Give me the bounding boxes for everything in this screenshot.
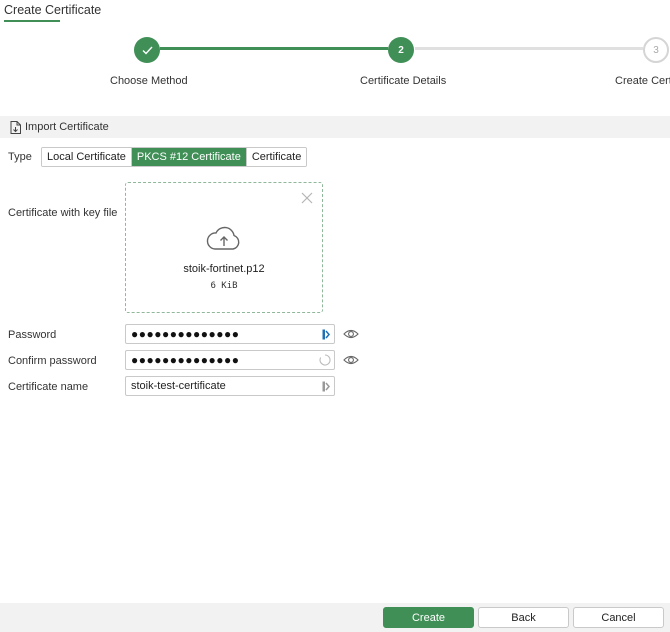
step-2-label: Certificate Details xyxy=(360,75,447,87)
uploaded-file-size: 6 KiB xyxy=(210,281,238,291)
wizard-stepper: 2 3 Choose Method Certificate Details Cr… xyxy=(0,34,670,94)
certificate-name-input[interactable]: stoik-test-certificate xyxy=(125,376,335,396)
checkmark-icon xyxy=(142,46,153,55)
keyfile-label: Certificate with key file xyxy=(8,207,118,219)
type-segmented-control: Local Certificate PKCS #12 Certificate C… xyxy=(41,147,308,167)
loading-spinner-icon xyxy=(319,354,331,366)
section-header: Import Certificate xyxy=(0,116,670,138)
step-connector-1 xyxy=(160,47,388,50)
step-2-circle: 2 xyxy=(388,37,414,63)
type-pkcs12-certificate-button[interactable]: PKCS #12 Certificate xyxy=(131,148,247,166)
password-label: Password xyxy=(8,329,57,341)
step-3-circle: 3 xyxy=(643,37,669,63)
step-2-number: 2 xyxy=(398,44,404,56)
confirm-password-label: Confirm password xyxy=(8,355,97,367)
footer-bar xyxy=(0,603,670,632)
password-manager-icon[interactable] xyxy=(322,329,330,340)
document-import-icon xyxy=(10,120,21,134)
file-dropzone[interactable]: stoik-fortinet.p12 6 KiB xyxy=(125,182,323,313)
step-3-number: 3 xyxy=(653,44,659,56)
type-label: Type xyxy=(8,151,32,163)
page-title: Create Certificate xyxy=(4,3,102,17)
step-1-circle xyxy=(134,37,160,63)
confirm-password-value: ●●●●●●●●●●●●●● xyxy=(131,353,240,367)
password-manager-icon[interactable] xyxy=(322,381,330,392)
create-button[interactable]: Create xyxy=(383,607,474,628)
title-underline xyxy=(4,20,60,22)
confirm-password-input[interactable]: ●●●●●●●●●●●●●● xyxy=(125,350,335,370)
back-button[interactable]: Back xyxy=(478,607,569,628)
title-bar: Create Certificate xyxy=(0,0,670,24)
certificate-name-value: stoik-test-certificate xyxy=(131,380,226,392)
password-value: ●●●●●●●●●●●●●● xyxy=(131,327,240,341)
type-certificate-button[interactable]: Certificate xyxy=(246,148,307,166)
cancel-button[interactable]: Cancel xyxy=(573,607,664,628)
show-password-icon[interactable] xyxy=(343,328,359,340)
step-1-label: Choose Method xyxy=(110,75,188,87)
step-3-label: Create Certi xyxy=(615,75,670,87)
cloud-upload-icon xyxy=(206,226,240,250)
step-connector-2 xyxy=(415,47,643,50)
type-local-certificate-button[interactable]: Local Certificate xyxy=(42,148,132,166)
section-title: Import Certificate xyxy=(25,121,109,133)
uploaded-file-name: stoik-fortinet.p12 xyxy=(183,263,265,275)
certificate-name-label: Certificate name xyxy=(8,381,89,393)
close-icon[interactable] xyxy=(301,192,313,204)
password-input[interactable]: ●●●●●●●●●●●●●● xyxy=(125,324,335,344)
show-confirm-password-icon[interactable] xyxy=(343,354,359,366)
